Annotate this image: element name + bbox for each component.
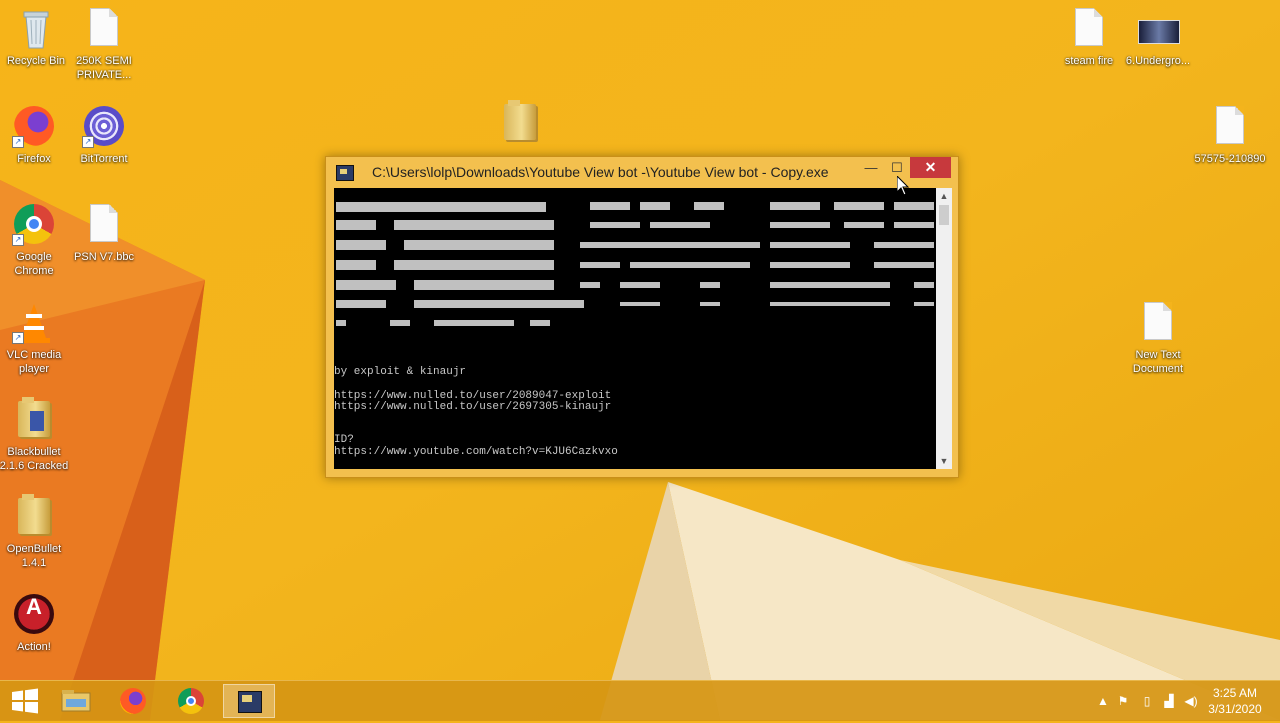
desktop-icon-steam-fire[interactable]: steam fire	[1053, 6, 1125, 68]
close-button[interactable]: ✕	[910, 157, 951, 178]
desktop-icon-new-text-document[interactable]: New Text Document	[1122, 300, 1194, 376]
ascii-art-banner	[336, 202, 934, 326]
console-output[interactable]: by exploit & kinaujr https://www.nulled.…	[334, 188, 936, 469]
console-link-kinaujr: https://www.nulled.to/user/2697305-kinau…	[334, 401, 612, 413]
minimize-button[interactable]: —	[858, 157, 884, 178]
desktop-icon-openbullet[interactable]: OpenBullet 1.4.1	[0, 494, 70, 570]
text-file-icon	[1144, 302, 1172, 340]
folder-icon	[18, 494, 50, 534]
desktop-icon-recycle-bin[interactable]: Recycle Bin	[0, 6, 72, 68]
file-explorer-icon	[61, 690, 91, 712]
desktop-icon-google-chrome[interactable]: ↗ Google Chrome	[0, 202, 70, 278]
text-file-icon	[90, 204, 118, 242]
desktop-icon-blackbullet[interactable]: Blackbullet 2.1.6 Cracked	[0, 397, 70, 473]
taskbar-chrome[interactable]	[165, 684, 217, 718]
desktop-icon-label: Action!	[17, 641, 51, 653]
console-credits: by exploit & kinaujr	[334, 366, 467, 378]
taskbar-console-app[interactable]	[223, 684, 275, 718]
desktop-icon-label: Recycle Bin	[6, 55, 66, 67]
desktop-icon-57575[interactable]: 57575-210890	[1194, 104, 1266, 166]
console-prompt: ID?	[334, 434, 354, 446]
desktop-icon-label: BitTorrent	[80, 153, 128, 165]
mouse-cursor-icon	[897, 176, 910, 196]
clock-date: 3/31/2020	[1208, 702, 1262, 716]
scroll-down-arrow-icon[interactable]: ▼	[936, 453, 952, 469]
console-scrollbar[interactable]: ▲ ▼	[936, 188, 952, 469]
text-file-icon	[90, 8, 118, 46]
action-center-flag-icon[interactable]: ⚑	[1116, 694, 1130, 708]
window-title: C:\Users\lolp\Downloads\Youtube View bot…	[372, 164, 829, 180]
text-file-icon	[1075, 8, 1103, 46]
text-file-icon	[1216, 106, 1244, 144]
taskbar-firefox[interactable]	[107, 684, 159, 718]
volume-icon[interactable]: ◀)	[1184, 694, 1198, 708]
window-titlebar[interactable]: C:\Users\lolp\Downloads\Youtube View bot…	[326, 157, 958, 188]
taskbar: ▲ ⚑ ▯ ▟ ◀) 3:25 AM 3/31/2020	[0, 680, 1280, 721]
taskbar-clock[interactable]: 3:25 AM 3/31/2020	[1200, 685, 1270, 717]
desktop-icon-undergro[interactable]: 6.Undergro...	[1122, 6, 1194, 68]
firefox-icon	[120, 688, 146, 714]
clock-time: 3:25 AM	[1212, 686, 1258, 700]
desktop-icon-label: 250K SEMI PRIVATE...	[76, 55, 132, 81]
recycle-bin-icon	[23, 11, 49, 49]
image-file-icon	[1138, 20, 1180, 44]
battery-icon[interactable]: ▯	[1140, 694, 1154, 708]
desktop-icon-label: 57575-210890	[1194, 153, 1266, 165]
desktop-icon-label: PSN V7.bbc	[74, 251, 134, 263]
folder-icon	[504, 100, 536, 140]
console-input-line[interactable]: https://www.youtube.com/watch?v=KJU6Cazk…	[334, 446, 618, 458]
show-hidden-icons-icon[interactable]: ▲	[1096, 694, 1110, 708]
desktop-icon-action[interactable]: A Action!	[0, 592, 70, 654]
desktop-icon-label: Firefox	[17, 153, 51, 165]
desktop-icon-label: Blackbullet 2.1.6 Cracked	[0, 446, 69, 472]
desktop-icon-250k-semi-private[interactable]: 250K SEMI PRIVATE...	[68, 6, 140, 82]
start-button[interactable]	[0, 684, 52, 718]
desktop-icon-vlc[interactable]: ↗ VLC media player	[0, 300, 70, 376]
desktop-icon-folder[interactable]	[484, 100, 556, 148]
console-window[interactable]: C:\Users\lolp\Downloads\Youtube View bot…	[325, 156, 959, 478]
desktop-icon-firefox[interactable]: ↗ Firefox	[0, 104, 70, 166]
maximize-button[interactable]: ☐	[884, 157, 910, 178]
desktop-icon-label: 6.Undergro...	[1125, 55, 1191, 67]
system-tray: ▲ ⚑ ▯ ▟ ◀)	[1094, 681, 1200, 721]
network-icon[interactable]: ▟	[1162, 694, 1176, 708]
desktop-icon-label: OpenBullet 1.4.1	[6, 543, 62, 569]
console-icon	[336, 165, 354, 181]
desktop-icon-bittorrent[interactable]: ↗ BitTorrent	[68, 104, 140, 166]
desktop-icon-psn-v7[interactable]: PSN V7.bbc	[68, 202, 140, 264]
desktop-icon-label: Google Chrome	[14, 251, 54, 277]
taskbar-file-explorer[interactable]	[50, 684, 102, 718]
windows-icon	[12, 688, 38, 714]
desktop-icon-label: VLC media player	[6, 349, 62, 375]
desktop-icon-label: steam fire	[1064, 55, 1114, 67]
desktop-icon-label: New Text Document	[1132, 349, 1184, 375]
scroll-up-arrow-icon[interactable]: ▲	[936, 188, 952, 204]
scrollbar-thumb[interactable]	[939, 205, 949, 225]
